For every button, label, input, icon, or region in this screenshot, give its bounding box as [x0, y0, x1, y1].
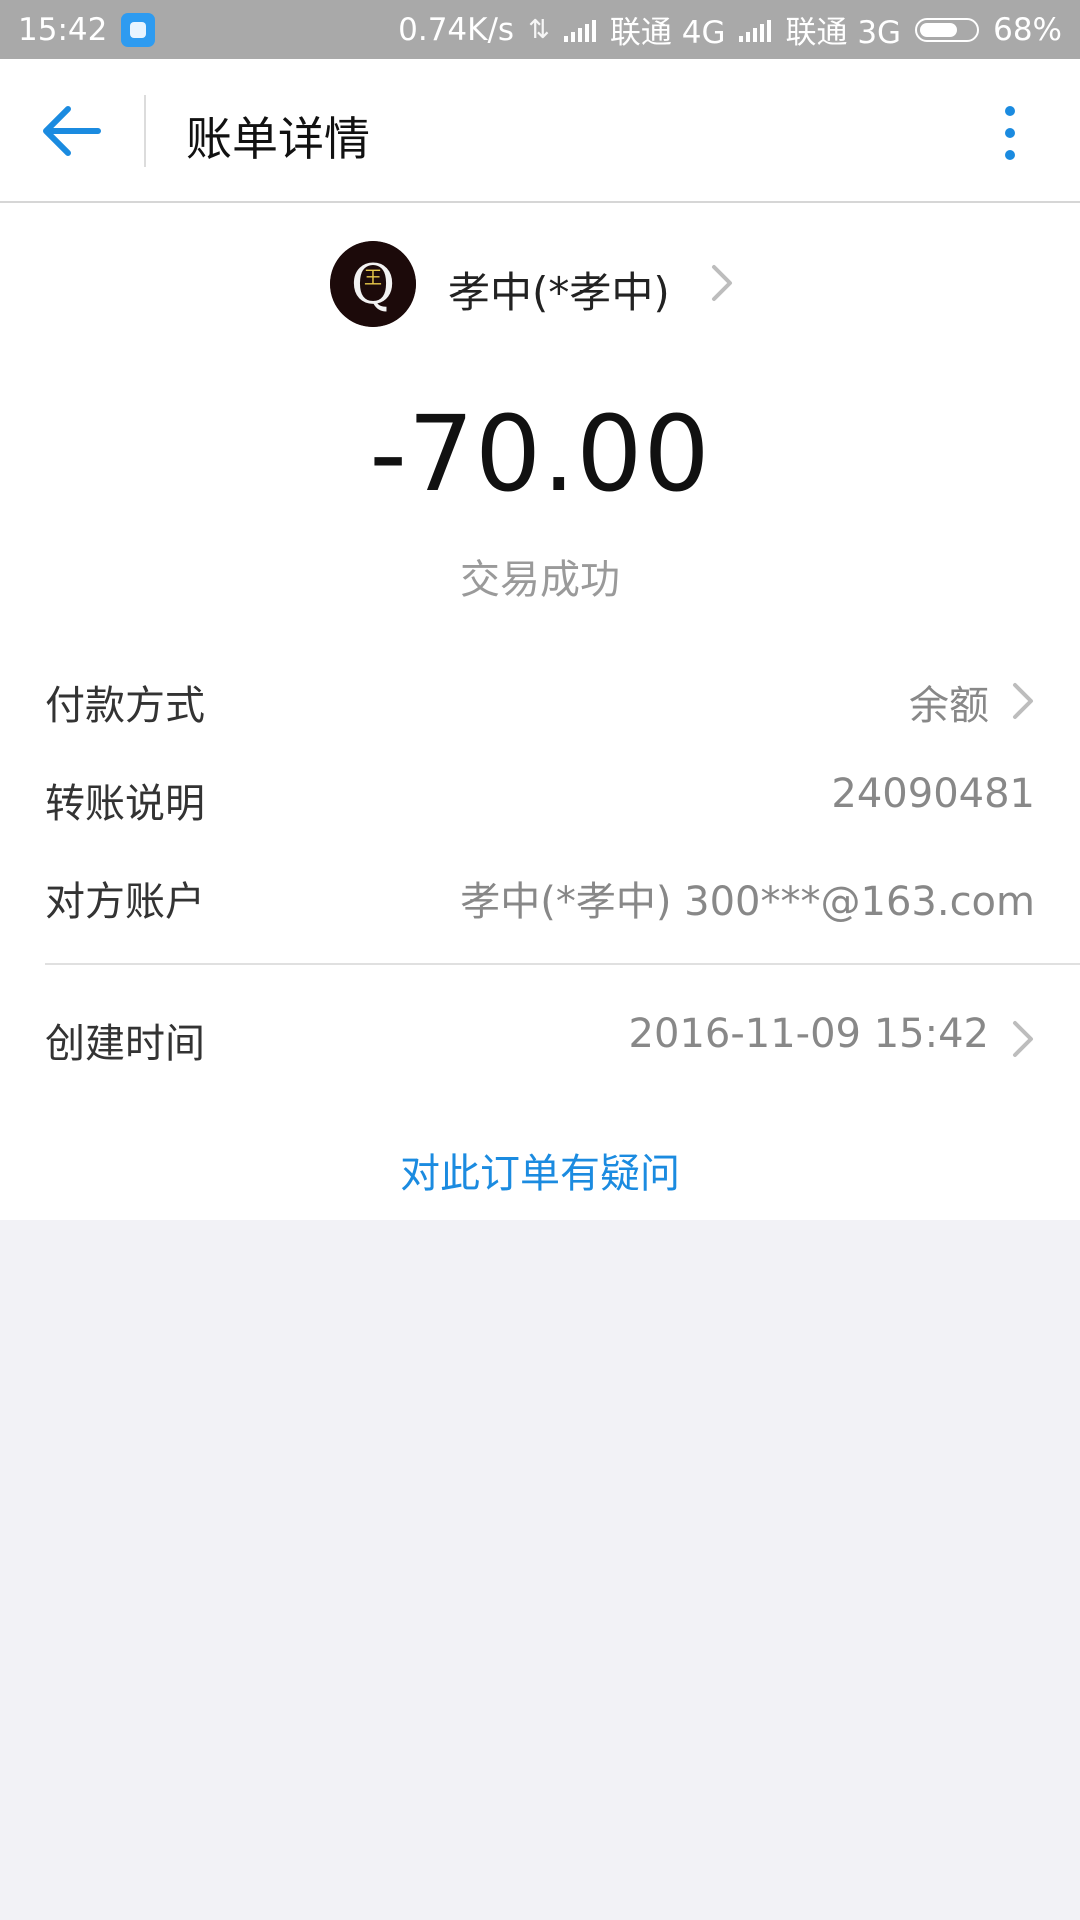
chevron-right-icon: [712, 265, 732, 301]
payment-method-value: 余额: [909, 683, 989, 729]
counterparty-row: 对方账户 孝中(*孝中) 300***@163.com: [45, 869, 1035, 939]
chevron-right-icon: [1013, 1021, 1033, 1057]
app-header: 账单详情: [0, 59, 1080, 203]
battery-percent: 68%: [993, 11, 1062, 48]
app-notification-icon: [121, 12, 156, 47]
payment-method-label: 付款方式: [45, 683, 205, 729]
transfer-note-row: 转账说明 24090481: [45, 771, 1035, 841]
signal-icon: [563, 18, 596, 42]
transfer-note-label: 转账说明: [45, 781, 205, 827]
page-title: 账单详情: [186, 112, 370, 166]
back-arrow-icon: [43, 106, 101, 156]
avatar: Q 王: [330, 241, 416, 327]
network-speed: 0.74K/s: [398, 11, 515, 48]
transfer-note-value: 24090481: [831, 771, 1035, 817]
more-vertical-icon: [1005, 106, 1015, 160]
bill-detail-card: Q 王 孝中(*孝中) -70.00 交易成功 付款方式 余额 转账说明 240…: [0, 203, 1080, 1220]
header-divider: [144, 95, 146, 167]
created-time-label: 创建时间: [45, 1021, 205, 1067]
created-time-value: 2016-11-09 15:42: [628, 1011, 989, 1057]
carrier-2: 联通 3G: [785, 15, 902, 51]
payee-name: 孝中(*孝中): [448, 268, 670, 317]
back-button[interactable]: [38, 101, 108, 161]
payee-row[interactable]: Q 王 孝中(*孝中): [0, 239, 1080, 329]
dispute-order-link[interactable]: 对此订单有疑问: [0, 1141, 1080, 1199]
data-transfer-icon: ⇅: [528, 14, 550, 45]
more-options-button[interactable]: [990, 103, 1030, 163]
status-time: 15:42: [18, 11, 108, 48]
counterparty-label: 对方账户: [45, 879, 205, 925]
divider: [45, 963, 1080, 965]
status-bar: 15:42 0.74K/s ⇅ 联通 4G 联通 3G 68%: [0, 0, 1080, 59]
signal-icon-2: [739, 18, 772, 42]
carrier-1: 联通 4G: [609, 15, 726, 51]
transaction-status: 交易成功: [460, 557, 620, 603]
created-time-row[interactable]: 创建时间 2016-11-09 15:42: [45, 1011, 1035, 1081]
transaction-amount: -70.00: [369, 393, 711, 515]
chevron-right-icon: [1013, 683, 1033, 719]
payment-method-row[interactable]: 付款方式 余额: [45, 673, 1035, 743]
avatar-mark: 王: [364, 268, 382, 289]
battery-icon: [915, 17, 980, 42]
counterparty-value: 孝中(*孝中) 300***@163.com: [460, 879, 1035, 925]
